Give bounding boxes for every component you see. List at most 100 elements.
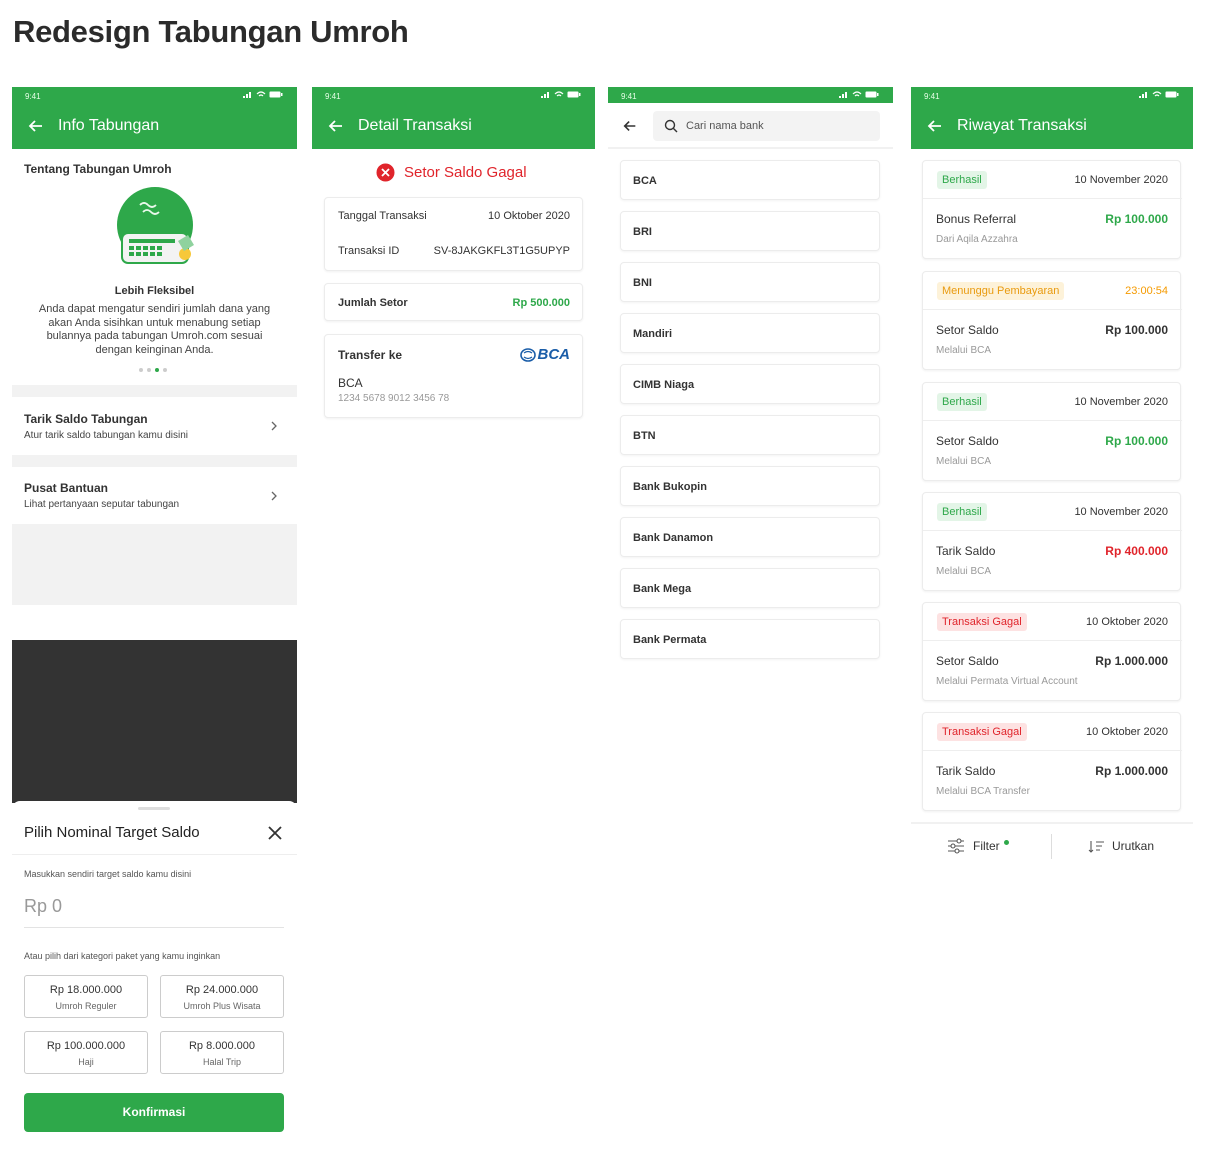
carousel-dots (139, 368, 167, 372)
transaction-amount: Rp 100.000 (1105, 434, 1168, 448)
sort-label: Urutkan (1112, 839, 1155, 853)
menu-item-pusat-bantuan[interactable]: Pusat Bantuan Lihat pertanyaan seputar t… (12, 467, 297, 525)
bank-item-mandiri[interactable]: Mandiri (620, 313, 880, 353)
bca-logo: BCA (519, 346, 571, 363)
back-arrow-icon[interactable] (622, 118, 638, 134)
bank-item-bri[interactable]: BRI (620, 211, 880, 251)
transaction-card[interactable]: Berhasil 10 November 2020 Bonus Referral… (922, 160, 1182, 259)
bottom-bar: Filter Urutkan (911, 822, 1193, 872)
confirm-button[interactable]: Konfirmasi (24, 1093, 284, 1132)
bank-item-danamon[interactable]: Bank Danamon (620, 517, 880, 557)
carousel-dot (147, 368, 151, 372)
transaction-date: 10 November 2020 (1074, 396, 1168, 408)
menu-item-title: Tarik Saldo Tabungan (24, 412, 148, 426)
package-option-haji[interactable]: Rp 100.000.000 Haji (24, 1031, 148, 1074)
transaction-date: 10 Oktober 2020 (1086, 726, 1168, 738)
signal-icon (1139, 92, 1147, 98)
package-name: Halal Trip (202, 1057, 241, 1067)
divider (923, 198, 1182, 199)
package-option-umroh-reguler[interactable]: Rp 18.000.000 Umroh Reguler (24, 975, 148, 1018)
status-badge: Berhasil (937, 171, 987, 189)
app-bar: Riwayat Transaksi (911, 103, 1193, 149)
bank-name: BCA (338, 376, 363, 390)
back-arrow-icon[interactable] (327, 117, 345, 135)
transaction-title: Tarik Saldo (936, 764, 996, 778)
transaction-title: Tarik Saldo (936, 544, 996, 558)
transaction-card[interactable]: Transaksi Gagal 10 Oktober 2020 Tarik Sa… (922, 712, 1182, 811)
empty-area (12, 524, 297, 605)
savings-illustration-icon (117, 187, 194, 264)
target-amount-input[interactable]: Rp 0 (24, 896, 284, 928)
drag-handle[interactable] (138, 807, 170, 810)
feature-title: Lebih Fleksibel (114, 285, 195, 297)
transaction-card[interactable]: Menunggu Pembayaran 23:00:54 Setor Saldo… (922, 271, 1182, 370)
battery-icon (567, 91, 581, 98)
amount-card: Jumlah Setor Rp 500.000 (324, 283, 583, 321)
amount-label: Jumlah Setor (338, 297, 408, 309)
divider (923, 420, 1182, 421)
sheet-title: Pilih Nominal Target Saldo (24, 824, 200, 841)
menu-item-title: Pusat Bantuan (24, 481, 109, 495)
search-input[interactable]: Cari nama bank (653, 111, 880, 141)
transaction-amount: Rp 100.000 (1105, 212, 1168, 226)
package-name: Umroh Reguler (55, 1001, 117, 1011)
sheet-overlay[interactable] (12, 640, 297, 803)
bank-item-bca[interactable]: BCA (620, 160, 880, 200)
transaction-date: 10 November 2020 (1074, 506, 1168, 518)
status-icons (1139, 91, 1179, 98)
section-title: Tentang Tabungan Umroh (24, 162, 172, 176)
account-number: 1234 5678 9012 3456 78 (338, 393, 450, 404)
bank-item-cimb-niaga[interactable]: CIMB Niaga (620, 364, 880, 404)
countdown-timer: 23:00:54 (1125, 285, 1168, 297)
package-option-umroh-plus-wisata[interactable]: Rp 24.000.000 Umroh Plus Wisata (160, 975, 284, 1018)
transaction-card[interactable]: Berhasil 10 November 2020 Tarik Saldo Rp… (922, 492, 1182, 591)
bank-item-bukopin[interactable]: Bank Bukopin (620, 466, 880, 506)
package-option-halal-trip[interactable]: Rp 8.000.000 Halal Trip (160, 1031, 284, 1074)
menu-item-subtitle: Atur tarik saldo tabungan kamu disini (24, 430, 188, 441)
bank-item-btn[interactable]: BTN (620, 415, 880, 455)
status-badge: Transaksi Gagal (937, 613, 1027, 631)
transaction-subtitle: Dari Aqila Azzahra (936, 234, 1018, 245)
filter-active-dot (1003, 839, 1009, 845)
close-icon[interactable] (268, 826, 282, 840)
sort-button[interactable]: Urutkan (1088, 839, 1154, 853)
bca-logo-text: BCA (537, 346, 571, 363)
wifi-icon (256, 91, 266, 97)
transaction-subtitle: Melalui BCA (936, 456, 992, 467)
error-icon (376, 163, 395, 182)
package-price: Rp 8.000.000 (188, 1040, 256, 1052)
category-label: Atau pilih dari kategori paket yang kamu… (24, 951, 221, 961)
filter-icon (948, 838, 964, 854)
bank-item-mega[interactable]: Bank Mega (620, 568, 880, 608)
transaction-date: 10 Oktober 2020 (1086, 616, 1168, 628)
status-bar: 9:41 (911, 87, 1193, 103)
battery-icon (1165, 91, 1179, 98)
filter-button[interactable]: Filter (947, 838, 1009, 854)
carousel-dot (139, 368, 143, 372)
status-icons (839, 91, 879, 98)
transaction-card[interactable]: Berhasil 10 November 2020 Setor Saldo Rp… (922, 382, 1182, 481)
back-arrow-icon[interactable] (926, 117, 944, 135)
transaction-amount: Rp 100.000 (1105, 323, 1168, 337)
divider (12, 385, 297, 397)
status-badge: Transaksi Gagal (937, 723, 1027, 741)
search-bar-area: Cari nama bank (608, 103, 893, 149)
date-value: 10 Oktober 2020 (488, 210, 570, 222)
status-time: 9:41 (924, 92, 940, 101)
transaction-card[interactable]: Transaksi Gagal 10 Oktober 2020 Setor Sa… (922, 602, 1182, 701)
screen-info-tabungan: 9:41 Info Tabungan Tentang Tabungan Umro… (12, 87, 297, 605)
date-label: Tanggal Transaksi (338, 210, 427, 222)
screen-title: Detail Transaksi (358, 117, 472, 134)
bank-item-bni[interactable]: BNI (620, 262, 880, 302)
package-name: Umroh Plus Wisata (183, 1001, 261, 1011)
bank-item-permata[interactable]: Bank Permata (620, 619, 880, 659)
menu-item-tarik-saldo[interactable]: Tarik Saldo Tabungan Atur tarik saldo ta… (12, 397, 297, 455)
status-bar: 9:41 (608, 87, 893, 103)
back-arrow-icon[interactable] (27, 117, 45, 135)
bca-logo-icon (519, 347, 536, 362)
transaction-info-card: Tanggal Transaksi 10 Oktober 2020 Transa… (324, 197, 583, 271)
transaction-subtitle: Melalui BCA (936, 345, 992, 356)
transaction-amount: Rp 1.000.000 (1095, 764, 1168, 778)
app-bar: Detail Transaksi (312, 103, 595, 149)
package-price: Rp 24.000.000 (185, 984, 259, 996)
